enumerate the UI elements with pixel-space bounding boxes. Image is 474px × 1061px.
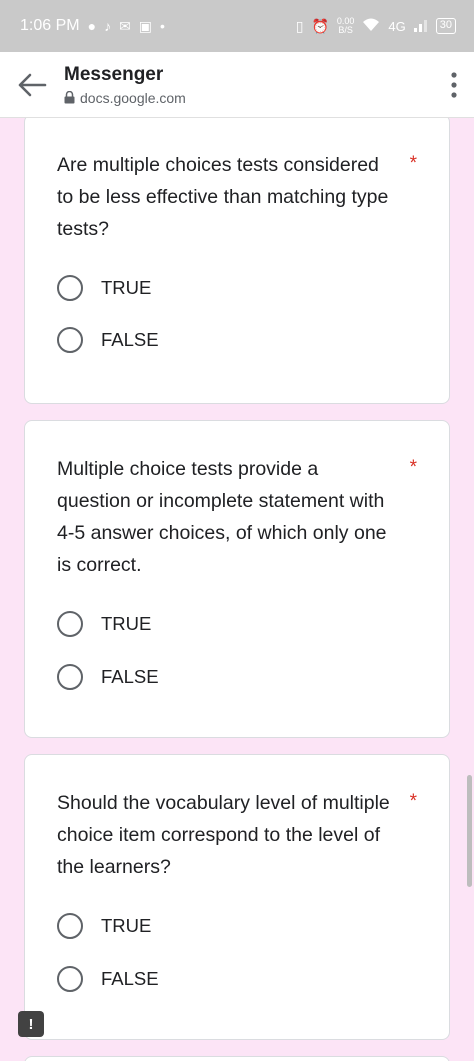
report-button[interactable]: ! — [18, 1011, 44, 1037]
status-right: ▯ ⏰ 0.00 B/S 4G 30 — [296, 17, 456, 35]
network-type: 4G — [388, 18, 406, 34]
network-speed: 0.00 B/S — [337, 17, 355, 35]
option-label: TRUE — [101, 613, 152, 634]
question-text-1: Are multiple choices tests considered to… — [57, 154, 389, 240]
option-false-1[interactable]: FALSE — [57, 327, 159, 353]
vibrate-icon: ▯ — [295, 18, 304, 34]
more-vert-icon — [451, 71, 457, 98]
radio-button[interactable] — [57, 664, 83, 690]
network-speed-unit: B/S — [338, 25, 353, 35]
option-true-3[interactable]: TRUE — [57, 913, 151, 939]
question-text-2: Multiple choice tests provide a question… — [57, 458, 387, 576]
radio-button[interactable] — [57, 966, 83, 992]
status-time: 1:06 PM — [20, 17, 80, 34]
messenger-notification-icon: ● — [87, 18, 97, 34]
wifi-icon — [362, 18, 380, 34]
battery-indicator: 30 — [435, 18, 456, 34]
url-row: docs.google.com — [64, 90, 434, 106]
question-card-3: Should the vocabulary level of multiple … — [24, 754, 450, 1040]
alert-icon: ! — [28, 1015, 34, 1033]
option-true-2[interactable]: TRUE — [57, 611, 151, 637]
question-card-1: Are multiple choices tests considered to… — [24, 118, 450, 404]
option-label: FALSE — [101, 329, 159, 350]
app-title: Messenger — [64, 63, 164, 85]
page-scrollbar[interactable] — [467, 775, 472, 887]
page-url: docs.google.com — [80, 89, 186, 106]
option-true-1[interactable]: TRUE — [57, 275, 151, 301]
question-card-4-partial — [24, 1056, 450, 1061]
radio-button[interactable] — [57, 275, 83, 301]
status-left: 1:06 PM ● ♪ ✉ ▣ • — [20, 17, 165, 35]
app-bar: Messenger docs.google.com — [0, 52, 474, 118]
option-false-3[interactable]: FALSE — [57, 966, 159, 992]
back-button[interactable] — [0, 73, 64, 97]
required-asterisk-2: * — [409, 457, 417, 478]
alarm-icon: ⏰ — [311, 18, 329, 34]
more-notifications-dot-icon: • — [160, 18, 165, 34]
question-card-2: Multiple choice tests provide a question… — [24, 420, 450, 738]
arrow-left-icon — [18, 73, 47, 96]
radio-button[interactable] — [57, 327, 83, 353]
lock-icon — [64, 91, 75, 104]
more-options-button[interactable] — [434, 71, 474, 98]
form-content[interactable]: Are multiple choices tests considered to… — [0, 118, 474, 1061]
signal-icon — [413, 18, 428, 34]
required-asterisk-1: * — [409, 153, 417, 174]
app-notification-icon: ▣ — [138, 18, 153, 34]
option-label: TRUE — [101, 277, 152, 298]
gmail-notification-icon: ✉ — [119, 18, 131, 34]
radio-button[interactable] — [57, 611, 83, 637]
option-label: TRUE — [101, 915, 152, 936]
required-asterisk-3: * — [409, 791, 417, 812]
tiktok-notification-icon: ♪ — [104, 18, 112, 34]
radio-button[interactable] — [57, 913, 83, 939]
option-false-2[interactable]: FALSE — [57, 664, 159, 690]
option-label: FALSE — [101, 968, 159, 989]
option-label: FALSE — [101, 666, 159, 687]
question-text-3: Should the vocabulary level of multiple … — [57, 792, 390, 878]
status-bar: 1:06 PM ● ♪ ✉ ▣ • ▯ ⏰ 0.00 B/S 4G 30 — [0, 0, 474, 52]
app-bar-titles: Messenger docs.google.com — [64, 64, 434, 106]
